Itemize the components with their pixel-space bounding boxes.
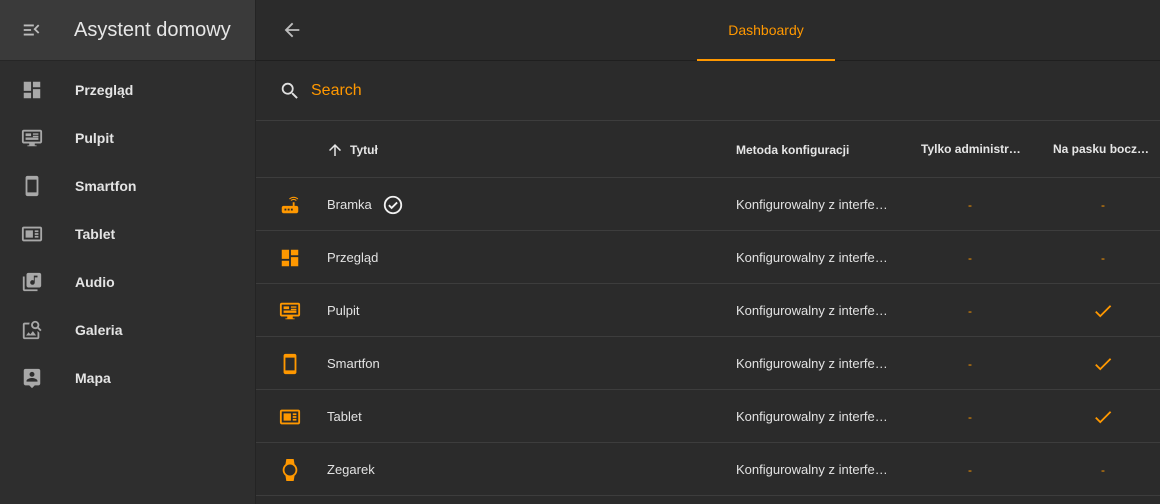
row-admin-only: -	[968, 409, 972, 424]
row-method-text: Konfigurowalny z interfejsu	[736, 462, 888, 477]
row-in-sidebar	[1092, 390, 1114, 443]
toolbar: Dashboardy	[256, 0, 1160, 61]
menu-toggle-button[interactable]	[0, 0, 64, 61]
tab-dashboardy[interactable]: Dashboardy	[697, 0, 835, 61]
row-title-text: Zegarek	[327, 462, 375, 477]
arrow-up-icon	[329, 143, 341, 156]
column-header-title[interactable]: Tytuł	[326, 121, 378, 178]
table-row[interactable]: Smartfon Konfigurowalny z interfejsu -	[256, 337, 1160, 390]
sidebar-item-label: Tablet	[75, 226, 116, 242]
row-title-text: Bramka	[327, 197, 372, 212]
app-title: Asystent domowy	[74, 18, 231, 41]
smartphone-icon	[283, 353, 297, 374]
row-admin-only: -	[968, 356, 972, 371]
sidebar-item-label: Przegląd	[75, 82, 134, 98]
dashboard-table: Bramka Konfigurowalny z interfejsu - - Przeg…	[256, 178, 1160, 496]
row-title-text: Przegląd	[327, 250, 379, 265]
check-icon	[1095, 410, 1112, 423]
table-row[interactable]: Zegarek Konfigurowalny z interfejsu - -	[256, 443, 1160, 496]
row-in-sidebar	[1092, 337, 1114, 390]
map-person-icon	[0, 367, 63, 389]
sidebar-item-label: Mapa	[75, 370, 111, 386]
dashboard-grid-icon	[281, 249, 299, 266]
row-in-sidebar	[1092, 284, 1114, 337]
row-method-text: Konfigurowalny z interfejsu	[736, 197, 888, 212]
row-method: Konfigurowalny z interfejsu	[736, 337, 888, 390]
default-check-circle-icon	[382, 194, 404, 216]
column-header-label: Tytuł	[350, 142, 378, 157]
menu-collapse-icon	[23, 24, 40, 36]
row-in-sidebar: -	[1101, 462, 1105, 477]
table-header: Tytuł Metoda konfiguracji Tylko administ…	[256, 121, 1160, 178]
search-input[interactable]	[311, 81, 911, 100]
row-title-text: Pulpit	[327, 303, 360, 318]
table-row[interactable]: Pulpit Konfigurowalny z interfejsu -	[256, 284, 1160, 337]
row-method: Konfigurowalny z interfejsu	[736, 284, 888, 337]
check-icon	[1095, 357, 1112, 370]
row-method: Konfigurowalny z interfejsu	[736, 231, 888, 284]
sidebar-item-galeria[interactable]: Galeria	[0, 306, 255, 354]
row-method: Konfigurowalny z interfejsu	[736, 443, 888, 496]
check-icon	[1095, 304, 1112, 317]
row-method-text: Konfigurowalny z interfejsu	[736, 303, 888, 318]
sidebar-header: Asystent domowy	[0, 0, 255, 61]
table-row[interactable]: Przegląd Konfigurowalny z interfejsu - -	[256, 231, 1160, 284]
sidebar-item-audio[interactable]: Audio	[0, 258, 255, 306]
search-bar	[256, 61, 1160, 121]
sidebar-item-label: Smartfon	[75, 178, 137, 194]
back-button[interactable]	[256, 0, 328, 60]
row-in-sidebar: -	[1101, 197, 1105, 212]
table-row[interactable]: Bramka Konfigurowalny z interfejsu - -	[256, 178, 1160, 231]
row-admin-only: -	[968, 462, 972, 477]
row-method-text: Konfigurowalny z interfejsu	[736, 356, 888, 371]
table-row[interactable]: Tablet Konfigurowalny z interfejsu -	[256, 390, 1160, 443]
sidebar-item-pulpit[interactable]: Pulpit	[0, 114, 255, 162]
sidebar-item-label: Galeria	[75, 322, 123, 338]
watch-icon	[282, 458, 298, 481]
column-header-admin[interactable]: Tylko administratorzy	[921, 121, 1021, 178]
tablet-icon	[279, 409, 301, 424]
music-library-icon	[0, 271, 63, 293]
sidebar-item-tablet[interactable]: Tablet	[0, 210, 255, 258]
sidebar-item-label: Audio	[75, 274, 115, 290]
sidebar-nav: Przegląd Pulpit Smartfon Tablet Audio Ga…	[0, 61, 255, 402]
row-in-sidebar: -	[1101, 250, 1105, 265]
dashboard-grid-icon	[0, 79, 63, 101]
main-panel: Dashboardy Tytuł Metoda konfiguracji Tyl…	[256, 0, 1160, 504]
row-title-text: Tablet	[327, 409, 362, 424]
row-title: Przegląd	[327, 231, 378, 284]
row-title: Bramka	[327, 178, 404, 231]
sidebar-item-smartfon[interactable]: Smartfon	[0, 162, 255, 210]
row-method-text: Konfigurowalny z interfejsu	[736, 409, 888, 424]
row-title-text: Smartfon	[327, 356, 380, 371]
column-header-sidebar[interactable]: Na pasku bocznym	[1053, 121, 1153, 178]
row-method: Konfigurowalny z interfejsu	[736, 178, 888, 231]
row-title: Zegarek	[327, 443, 375, 496]
tablet-icon	[0, 223, 63, 245]
arrow-left-icon	[284, 22, 300, 38]
router-icon	[281, 196, 299, 213]
row-title: Smartfon	[327, 337, 380, 390]
sidebar: Asystent domowy Przegląd Pulpit Smartfon…	[0, 0, 256, 504]
row-admin-only: -	[968, 303, 972, 318]
sidebar-item-label: Pulpit	[75, 130, 114, 146]
sidebar-item-mapa[interactable]: Mapa	[0, 354, 255, 402]
row-admin-only: -	[968, 250, 972, 265]
row-title: Tablet	[327, 390, 362, 443]
row-admin-only: -	[968, 197, 972, 212]
smartphone-icon	[0, 175, 63, 197]
row-method: Konfigurowalny z interfejsu	[736, 390, 888, 443]
sidebar-item-przeglad[interactable]: Przegląd	[0, 66, 255, 114]
row-title: Pulpit	[327, 284, 360, 337]
monitor-icon	[279, 302, 301, 319]
row-method-text: Konfigurowalny z interfejsu	[736, 250, 888, 265]
image-search-icon	[0, 319, 63, 341]
column-header-method[interactable]: Metoda konfiguracji	[736, 121, 849, 178]
monitor-icon	[0, 127, 63, 149]
